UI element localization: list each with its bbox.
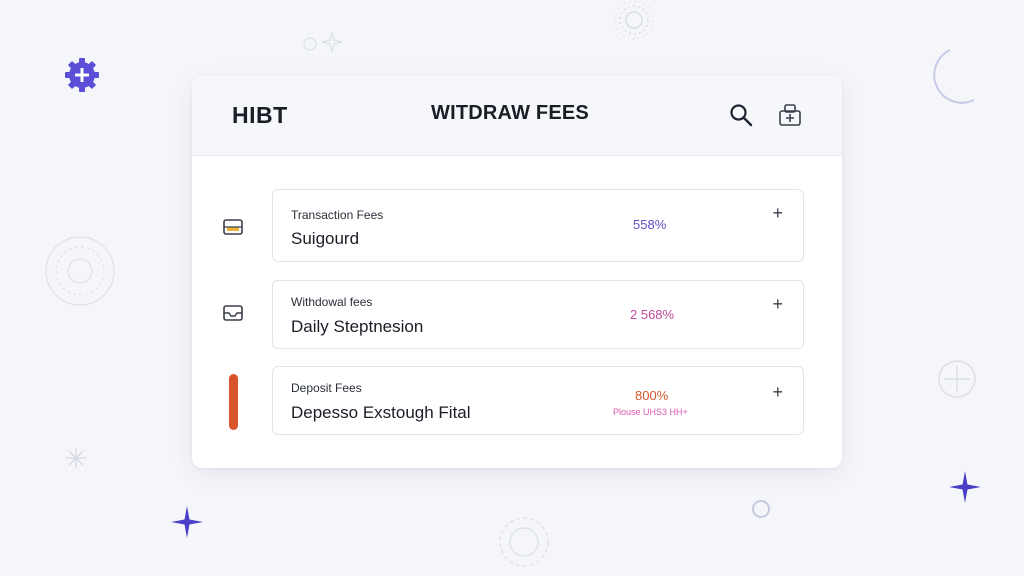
- sparkle-icon: [949, 471, 981, 503]
- flower-icon: [614, 0, 654, 40]
- sparkle-faint-icon: [303, 31, 343, 53]
- expand-plus-button[interactable]: +: [772, 204, 783, 222]
- search-icon[interactable]: [728, 102, 754, 128]
- fee-value: Suigourd: [291, 229, 360, 248]
- fee-value: Daily Steptnesion: [291, 317, 424, 336]
- fee-row-withdrawal[interactable]: Withdowal fees Daily Steptnesion 2 568% …: [272, 280, 804, 349]
- fee-label: Deposit Fees: [291, 381, 362, 395]
- fee-label: Transaction Fees: [291, 208, 384, 222]
- fee-row-deposit[interactable]: Deposit Fees Depesso Exstough Fital 800%…: [272, 366, 804, 435]
- fee-value: Depesso Exstough Fital: [291, 403, 471, 422]
- status-bar-icon: [229, 374, 238, 430]
- snowflake-icon: [66, 448, 86, 468]
- dotted-circle-icon: [45, 236, 115, 306]
- fee-row-transaction[interactable]: Transaction Fees Suigourd 558% +: [272, 189, 804, 262]
- withdraw-fees-card: HIBT WITDRAW FEES Transaction Fees Suigo…: [192, 76, 842, 468]
- fee-percent: 2 568%: [630, 307, 675, 322]
- fee-label: Withdowal fees: [291, 295, 373, 309]
- card-header: HIBT WITDRAW FEES: [192, 76, 842, 156]
- ring-icon: [752, 500, 770, 518]
- fee-percent: 800%: [635, 388, 669, 403]
- cog-faint-icon: [499, 517, 549, 567]
- share-icon[interactable]: [777, 102, 803, 128]
- moon-icon: [933, 49, 975, 104]
- brand-logo: HIBT: [232, 102, 288, 128]
- inbox-icon: [223, 305, 243, 321]
- fee-percent: 558%: [633, 217, 667, 232]
- page-title: WITDRAW FEES: [431, 102, 589, 124]
- gear-plus-icon: [65, 58, 99, 92]
- crosshair-circle-icon: [938, 360, 976, 398]
- tray-icon: [223, 219, 243, 235]
- expand-plus-button[interactable]: +: [772, 383, 783, 401]
- sparkle-icon: [171, 506, 203, 538]
- expand-plus-button[interactable]: +: [772, 295, 783, 313]
- fee-note: Plouse UHS3 HH+: [613, 407, 688, 417]
